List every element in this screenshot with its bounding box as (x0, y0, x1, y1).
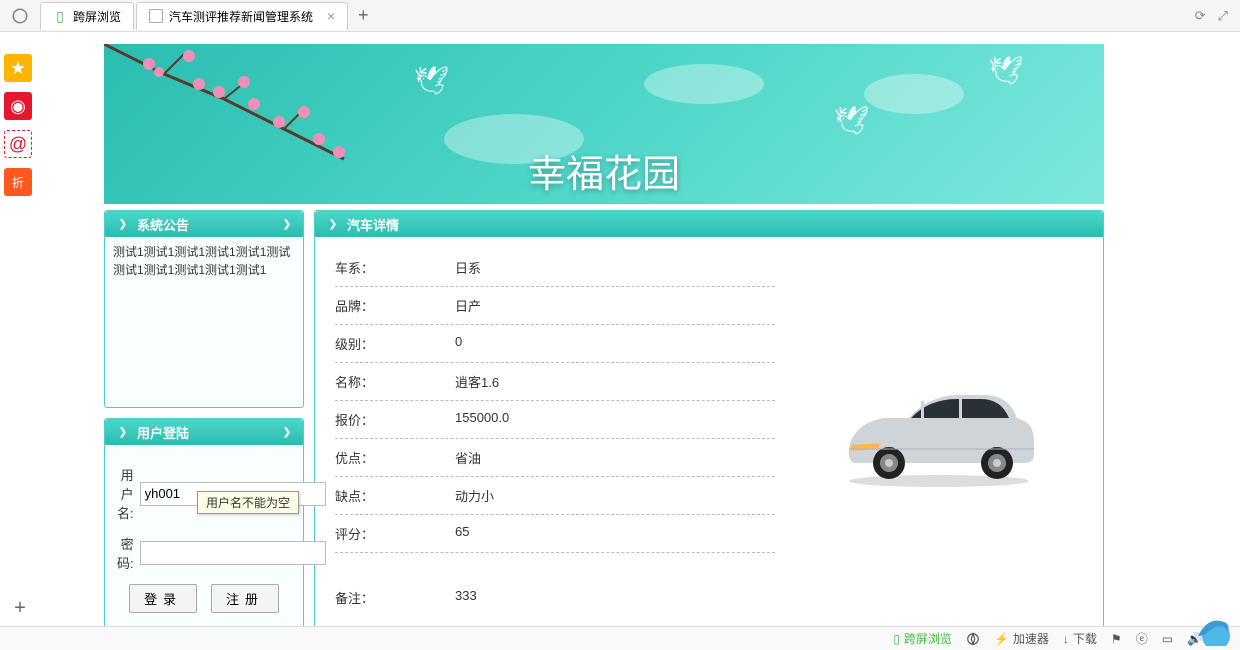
field-label: 优点： (335, 448, 455, 467)
status-zoom[interactable]: ▭ (1162, 632, 1173, 646)
login-button[interactable]: 登录 (129, 584, 197, 613)
panel-header: 用户登陆 (105, 419, 303, 445)
branch-deco (104, 44, 384, 184)
banner-image: 🕊 🕊 🕊 幸福花园 (104, 44, 1104, 204)
panel-title: 系统公告 (137, 215, 189, 234)
field-label: 车系： (335, 258, 455, 277)
notice-panel: 系统公告 测试1测试1测试1测试1测试1测试1测试1 测试1测试1测试1测试1测… (104, 210, 304, 408)
close-icon[interactable]: × (327, 8, 335, 24)
chevron-right-icon (325, 216, 341, 232)
browser-tab-bar: ▯ 跨屏浏览 汽车测评推荐新闻管理系统 × + ⟳ ⤢ (0, 0, 1240, 32)
chevron-right-icon (279, 424, 295, 440)
cloud-deco (864, 74, 964, 114)
notice-text: 测试1测试1测试1测试1测试1测试1测试1 (113, 243, 295, 261)
discount-icon[interactable]: 折 (4, 168, 32, 196)
status-kuaping[interactable]: ▯ 跨屏浏览 (893, 630, 952, 647)
car-image (795, 249, 1083, 616)
fullscreen-icon[interactable]: ⤢ (1218, 8, 1228, 24)
home-icon[interactable] (8, 4, 32, 28)
password-label: 密 码: (117, 534, 140, 572)
status-accelerator[interactable]: ⚡ 加速器 (994, 630, 1049, 647)
dolphin-logo[interactable] (1190, 610, 1234, 646)
field-label: 名称： (335, 372, 455, 391)
login-panel: 用户登陆 用户名: 用户名不能为空 密 码: 登录 注册 (104, 418, 304, 638)
banner-title: 幸福花园 (528, 143, 680, 198)
panel-title: 汽车详情 (347, 215, 399, 234)
restore-icon[interactable]: ⟳ (1195, 8, 1206, 24)
panel-header: 系统公告 (105, 211, 303, 237)
status-ie[interactable]: ⓔ (1136, 630, 1148, 647)
field-value: 日系 (455, 258, 481, 277)
field-value: 65 (455, 524, 469, 543)
password-input[interactable] (140, 541, 326, 565)
field-label: 报价： (335, 410, 455, 429)
field-label: 品牌： (335, 296, 455, 315)
validation-tooltip: 用户名不能为空 (197, 491, 299, 514)
add-sidebar-item[interactable]: + (8, 596, 32, 620)
status-bar: ▯ 跨屏浏览 ⚡ 加速器 ↓ 下载 ⚑ ⓔ ▭ 🔊 ⋯ (0, 626, 1240, 650)
new-tab-button[interactable]: + (350, 3, 376, 29)
field-value: 日产 (455, 296, 481, 315)
register-button[interactable]: 注册 (211, 584, 279, 613)
field-value: 逍客1.6 (455, 372, 499, 391)
at-icon[interactable]: @ (4, 130, 32, 158)
panel-header: 汽车详情 (315, 211, 1103, 237)
field-value: 动力小 (455, 486, 494, 505)
status-label: 下载 (1073, 630, 1097, 647)
chevron-right-icon (279, 216, 295, 232)
notice-text: 测试1测试1测试1测试1测试1 (113, 261, 295, 279)
left-toolbar: ★ ◉ @ 折 (0, 40, 36, 196)
page-icon (149, 9, 163, 23)
mobile-icon: ▯ (53, 9, 67, 23)
page-content: 🕊 🕊 🕊 幸福花园 系统公告 测试1测试1测试1测试1测试1测试1测试1 测试… (44, 32, 1240, 638)
dove-icon: 🕊 (414, 64, 450, 97)
username-label: 用户名: (117, 465, 140, 522)
field-label: 备注： (335, 588, 455, 607)
field-value: 155000.0 (455, 410, 509, 429)
panel-title: 用户登陆 (137, 423, 189, 442)
status-label: 跨屏浏览 (904, 630, 952, 647)
dove-icon: 🕊 (988, 54, 1024, 87)
field-label: 缺点： (335, 486, 455, 505)
tab-kuaping[interactable]: ▯ 跨屏浏览 (40, 2, 134, 30)
notice-content: 测试1测试1测试1测试1测试1测试1测试1 测试1测试1测试1测试1测试1 (105, 237, 303, 407)
dove-icon: 🕊 (834, 104, 870, 137)
bolt-icon: ⚡ (994, 632, 1009, 646)
status-flag[interactable]: ⚑ (1111, 632, 1122, 646)
car-detail-panel: 汽车详情 车系：日系 品牌：日产 级别：0 名称：逍客1.6 报价：155000… (314, 210, 1104, 629)
chevron-right-icon (115, 216, 131, 232)
chevron-right-icon (115, 424, 131, 440)
field-value: 省油 (455, 448, 481, 467)
tab-carsystem[interactable]: 汽车测评推荐新闻管理系统 × (136, 2, 348, 30)
field-value: 333 (455, 588, 477, 607)
status-label: 加速器 (1013, 630, 1049, 647)
field-value: 0 (455, 334, 462, 353)
status-compass[interactable] (966, 632, 980, 646)
cloud-deco (644, 64, 764, 104)
tab-label: 跨屏浏览 (73, 8, 121, 25)
status-download[interactable]: ↓ 下载 (1063, 630, 1097, 647)
field-label: 级别： (335, 334, 455, 353)
tab-label: 汽车测评推荐新闻管理系统 (169, 8, 313, 25)
field-label: 评分： (335, 524, 455, 543)
weibo-icon[interactable]: ◉ (4, 92, 32, 120)
favorites-icon[interactable]: ★ (4, 54, 32, 82)
download-icon: ↓ (1063, 632, 1069, 646)
detail-fields: 车系：日系 品牌：日产 级别：0 名称：逍客1.6 报价：155000.0 优点… (335, 249, 775, 616)
mobile-icon: ▯ (893, 632, 900, 646)
